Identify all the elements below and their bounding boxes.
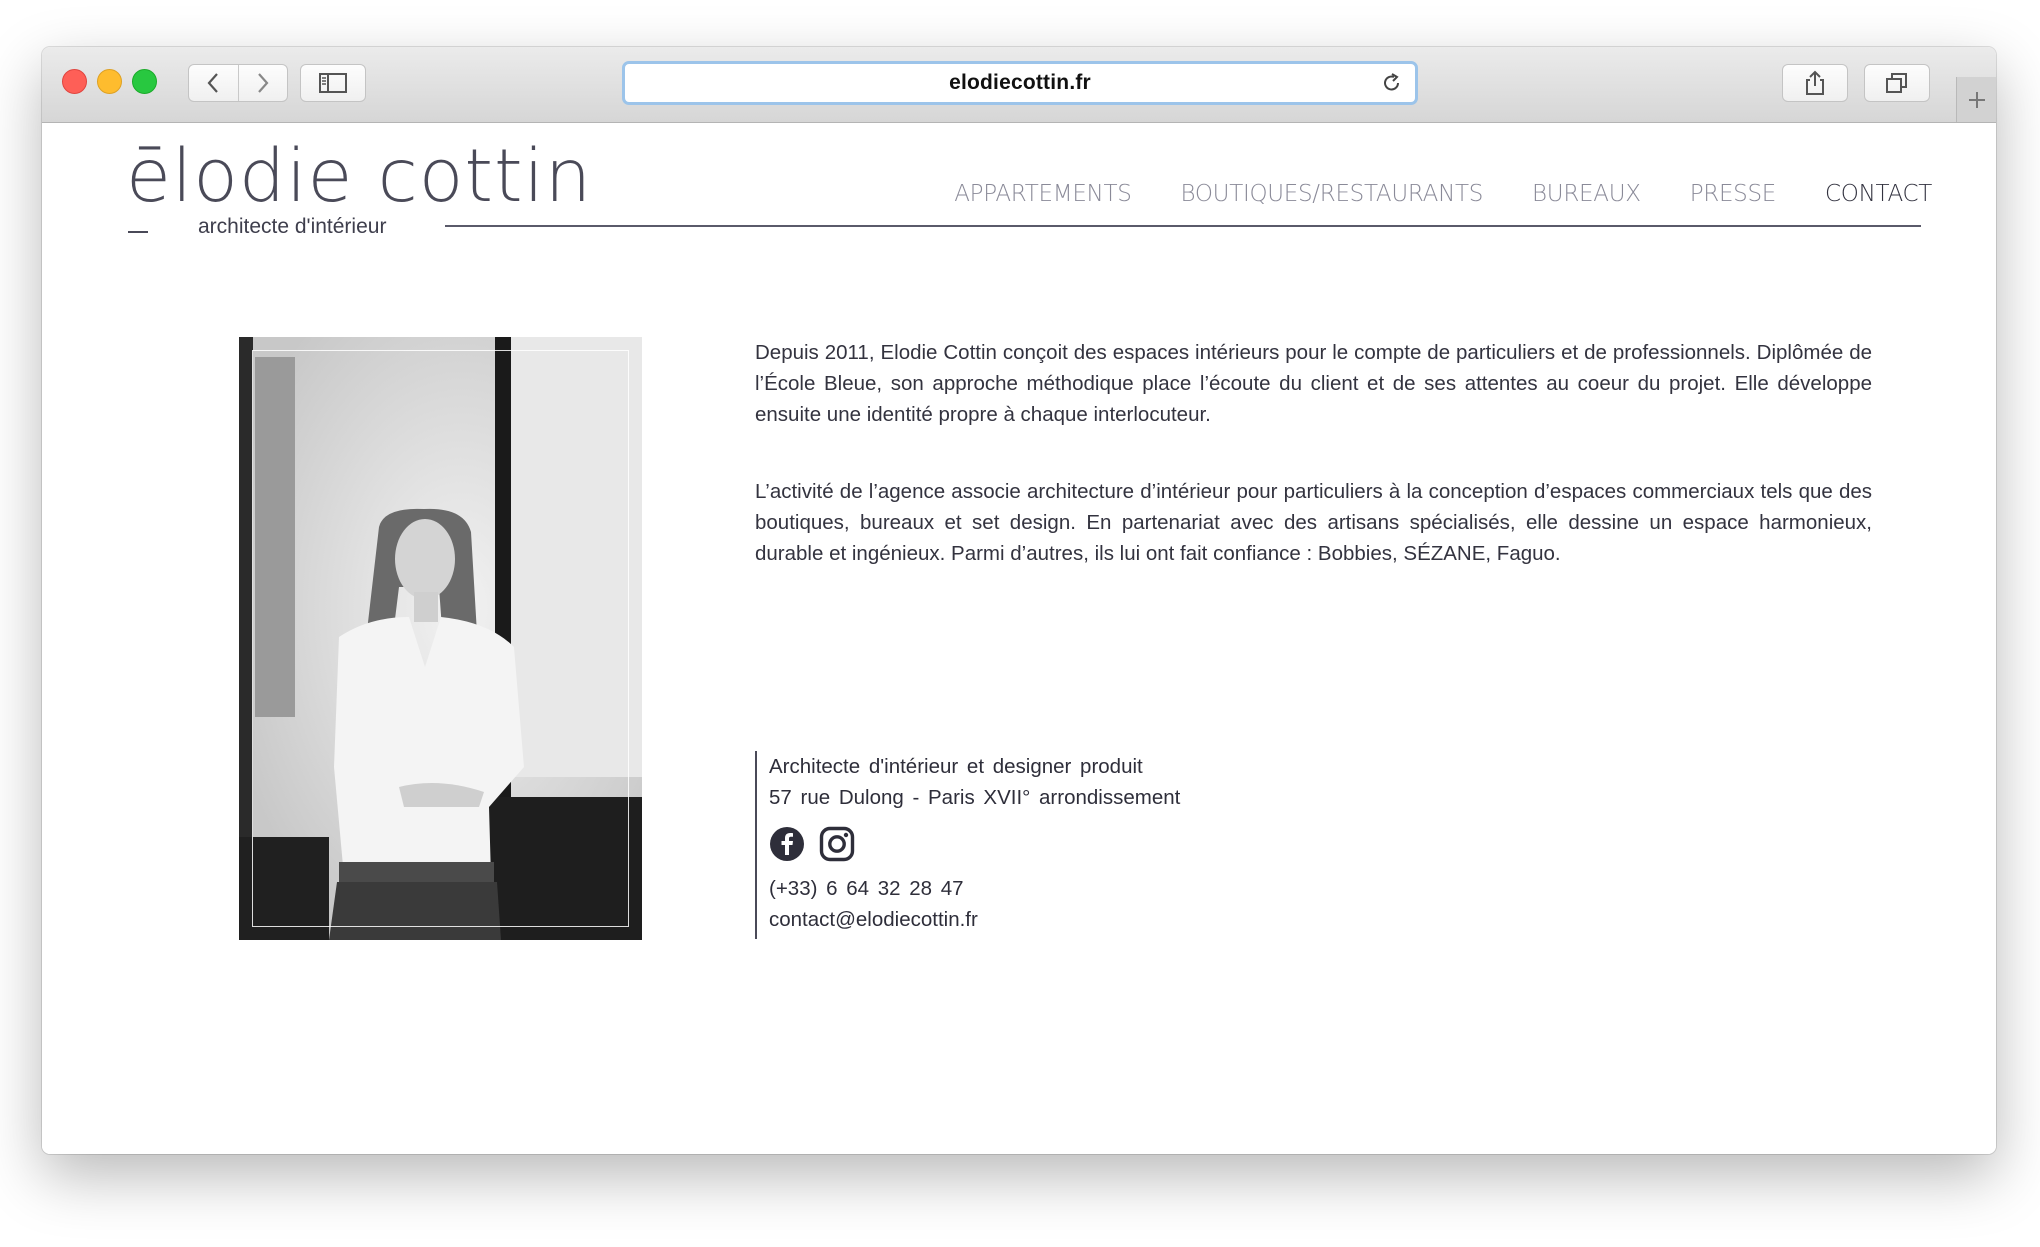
sidebar-toggle-button[interactable] [300,64,366,102]
forward-button[interactable] [237,65,288,101]
contact-address: 57 rue Dulong - Paris XVII° arrondisseme… [769,786,1181,809]
nav-item-presse[interactable]: PRESSE [1690,181,1777,207]
tab-overview-button[interactable] [1864,64,1930,102]
nav-item-appartements[interactable]: APPARTEMENTS [954,181,1132,207]
nav-divider [445,225,1921,227]
photo-frame [252,350,629,927]
minimize-window-button[interactable] [97,69,122,94]
close-window-button[interactable] [62,69,87,94]
bio-paragraph: Depuis 2011, Elodie Cottin conçoit des e… [755,341,1872,426]
nav-item-boutiques-restaurants[interactable]: BOUTIQUES/RESTAURANTS [1181,181,1484,207]
browser-toolbar: elodiecottin.fr [42,47,1996,123]
contact-block: Architecte d'intérieur et designer produ… [755,751,1180,939]
share-button[interactable] [1782,64,1848,102]
reload-icon[interactable] [1381,72,1403,94]
sidebar-icon [319,73,347,93]
contact-role: Architecte d'intérieur et designer produ… [769,755,1143,778]
back-button[interactable] [189,65,238,101]
facebook-icon[interactable] [769,826,805,862]
instagram-icon[interactable] [819,826,855,862]
nav-item-bureaux[interactable]: BUREAUX [1532,181,1641,207]
history-nav-group [188,64,288,102]
web-page: ēlodie cottin architecte d'intérieur APP… [42,123,1996,1154]
zoom-window-button[interactable] [132,69,157,94]
logo-name: ēlodie cottin [126,134,593,219]
address-bar-url: elodiecottin.fr [949,71,1091,94]
chevron-right-icon [257,73,269,93]
tabs-icon [1886,73,1907,93]
contact-phone[interactable]: (+33) 6 64 32 28 47 [769,873,1180,904]
bio-section: Depuis 2011, Elodie Cottin conçoit des e… [755,337,1872,615]
logo-tagline: architecte d'intérieur [198,215,387,238]
contact-email[interactable]: contact@elodiecottin.fr [769,904,1180,935]
portrait-photo [239,337,642,940]
bio-paragraph: L’activité de l’agence associe architect… [755,480,1872,565]
new-tab-button[interactable] [1956,77,1996,122]
logo-dash [128,231,148,233]
address-bar[interactable]: elodiecottin.fr [622,61,1418,105]
chevron-left-icon [207,73,219,93]
plus-icon [1969,91,1985,108]
share-icon [1806,70,1824,95]
nav-item-contact[interactable]: CONTACT [1825,181,1932,207]
browser-window: elodiecottin.fr ēlodie cottin architecte… [42,47,1996,1154]
social-links [769,826,1180,862]
main-nav: APPARTEMENTS BOUTIQUES/RESTAURANTS BUREA… [905,181,1932,207]
